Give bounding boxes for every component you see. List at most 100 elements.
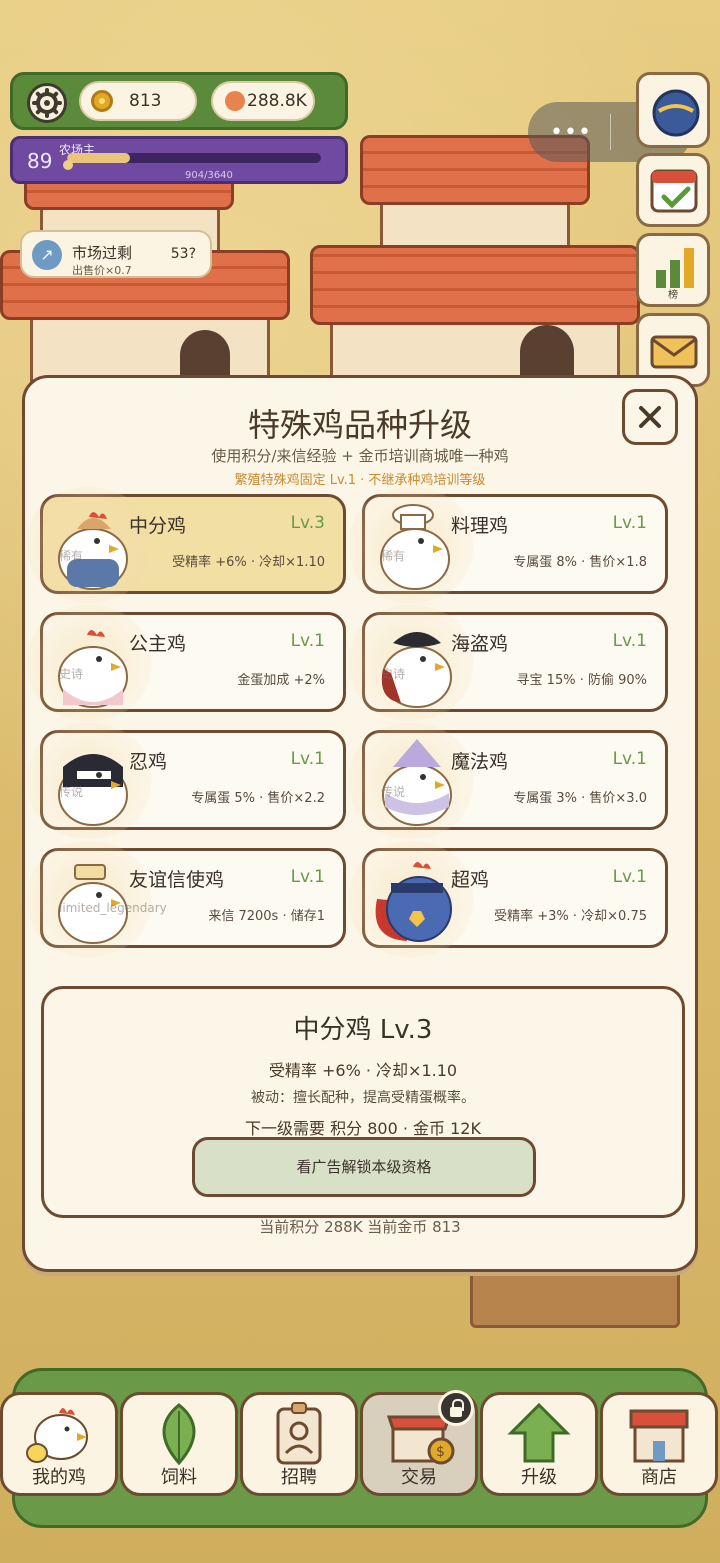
market-status[interactable]: ↗ 市场过剩 出售价×0.7 53? (20, 230, 212, 278)
nav-label: 升级 (521, 1467, 557, 1488)
capsule-divider (610, 114, 611, 150)
breed-name: 料理鸡 (451, 515, 509, 537)
breed-name: 中分鸡 (129, 515, 187, 537)
svg-text:$: $ (436, 1444, 445, 1460)
breed-level: Lv.1 (612, 631, 647, 651)
rarity-tag: 传说 (59, 785, 84, 799)
breed-stats: 专属蛋 8% · 售价×1.8 (513, 555, 647, 570)
leaderboard-label: 榜 (668, 290, 678, 301)
xp-marker-icon (63, 160, 73, 170)
breed-name: 友谊信使鸡 (129, 869, 225, 891)
nav-my-chickens[interactable]: 我的鸡 (0, 1392, 118, 1496)
more-menu-icon[interactable]: ••• (550, 120, 592, 145)
close-button[interactable] (622, 389, 678, 445)
breed-name: 公主鸡 (129, 633, 187, 655)
chicken-icon (26, 1408, 88, 1463)
breed-card[interactable]: 史诗 海盗鸡 Lv.1 寻宝 15% · 防偷 90% (345, 605, 668, 721)
breed-card[interactable]: 超鸡 Lv.1 受精率 +3% · 冷却×0.75 (345, 841, 668, 957)
breed-name: 海盗鸡 (451, 633, 509, 655)
current-balance: 当前积分 288K 当前金币 813 (259, 1218, 461, 1236)
nav-shop[interactable]: 商店 (600, 1392, 718, 1496)
breed-name: 忍鸡 (129, 751, 168, 773)
xp-progress-fill (67, 153, 130, 163)
detail-passive: 被动：擅长配种，提高受精蛋概率。 (251, 1090, 475, 1106)
breed-stats: 金蛋加成 +2% (237, 673, 325, 688)
breed-card[interactable]: 史诗 公主鸡 Lv.1 金蛋加成 +2% (23, 605, 346, 721)
breed-level: Lv.1 (612, 867, 647, 887)
breed-card[interactable]: 传说 魔法鸡 Lv.1 专属蛋 3% · 售价×3.0 (345, 723, 668, 839)
points-value: 288.8K (247, 91, 307, 111)
rarity-tag: 史诗 (381, 667, 406, 681)
id-badge-icon (276, 1402, 322, 1465)
market-subtitle: 出售价×0.7 (72, 264, 132, 277)
points-icon (225, 91, 245, 111)
dialog-subtitle: 使用积分/来信经验 + 金币培训商城唯一种鸡 (211, 447, 509, 465)
detail-stats: 受精率 +6% · 冷却×1.10 (268, 1061, 458, 1080)
breed-card[interactable]: 稀有 料理鸡 Lv.1 专属蛋 8% · 售价×1.8 (345, 487, 668, 603)
rarity-tag: 史诗 (59, 667, 84, 681)
rarity-tag: 稀有 (381, 549, 406, 563)
detail-title: 中分鸡 Lv.3 (293, 1015, 433, 1045)
nav-label: 交易 (401, 1467, 437, 1488)
leaderboard-button[interactable]: 榜 (636, 233, 710, 307)
dialog-title: 特殊鸡品种升级 (247, 406, 472, 444)
nav-label: 我的鸡 (32, 1467, 86, 1488)
breed-stats: 来信 7200s · 储存1 (208, 909, 325, 924)
breed-level: Lv.1 (612, 513, 647, 533)
globe-icon (652, 89, 700, 137)
globe-button[interactable] (636, 72, 710, 148)
shop-icon (629, 1409, 689, 1463)
breed-level: Lv.1 (290, 867, 325, 887)
rarity-tag: limited_legendary (59, 901, 167, 915)
points-counter[interactable]: 288.8K (211, 81, 315, 121)
nav-label: 招聘 (281, 1467, 317, 1488)
daily-checkin-button[interactable] (636, 153, 710, 227)
xp-progress-track (67, 153, 321, 163)
breed-name: 超鸡 (451, 869, 490, 891)
breed-level: Lv.1 (612, 749, 647, 769)
watch-ad-unlock-button[interactable]: 看广告解锁本级资格 (192, 1137, 536, 1197)
resource-bar: 813 288.8K (10, 72, 348, 130)
close-icon (639, 406, 661, 428)
market-title: 市场过剩 (72, 244, 133, 262)
nav-label: 饲料 (161, 1467, 197, 1488)
breed-stats: 受精率 +3% · 冷却×0.75 (494, 909, 647, 924)
breed-stats: 受精率 +6% · 冷却×1.10 (172, 555, 325, 570)
breed-stats: 专属蛋 3% · 售价×3.0 (513, 791, 647, 806)
breed-name: 魔法鸡 (451, 751, 509, 773)
dialog-note: 繁殖特殊鸡固定 Lv.1 · 不继承种鸡培训等级 (234, 473, 486, 488)
left-coop (0, 150, 300, 410)
detail-next-requirement: 下一级需要 积分 800 · 金币 12K (245, 1119, 481, 1138)
special-breed-upgrade-dialog: 特殊鸡品种升级 使用积分/来信经验 + 金币培训商城唯一种鸡 繁殖特殊鸡固定 L… (22, 375, 698, 1272)
breed-stats: 专属蛋 5% · 售价×2.2 (191, 791, 325, 806)
settings-button[interactable] (27, 83, 67, 123)
level-bar[interactable]: 89 农场主 904/3640 (10, 136, 348, 184)
breed-level: Lv.1 (290, 749, 325, 769)
gear-icon (32, 88, 62, 118)
breed-level: Lv.1 (290, 631, 325, 651)
xp-text: 904/3640 (185, 170, 233, 181)
breed-detail-panel: 中分鸡 Lv.3 受精率 +6% · 冷却×1.10 被动：擅长配种，提高受精蛋… (41, 986, 685, 1218)
leaf-icon (162, 1403, 196, 1466)
level-number: 89 (27, 149, 53, 173)
breed-card[interactable]: limited_legendary 友谊信使鸡 Lv.1 来信 7200s · … (23, 841, 346, 957)
coin-value: 813 (129, 91, 162, 111)
center-coop (310, 135, 640, 405)
bar-chart-icon (656, 248, 694, 288)
rarity-tag: 稀有 (59, 549, 84, 563)
coin-icon (91, 90, 113, 112)
breed-level: Lv.3 (290, 513, 325, 533)
rarity-tag: 传说 (381, 785, 406, 799)
breed-card[interactable]: 传说 忍鸡 Lv.1 专属蛋 5% · 售价×2.2 (23, 723, 346, 839)
breed-stats: 寻宝 15% · 防偷 90% (516, 673, 647, 688)
breed-card[interactable]: 稀有 中分鸡 Lv.3 受精率 +6% · 冷却×1.10 (23, 487, 346, 603)
trend-up-icon: ↗ (32, 240, 62, 270)
nav-upgrade[interactable]: 升级 (480, 1392, 598, 1496)
lock-icon (438, 1390, 474, 1426)
nav-feed[interactable]: 饲料 (120, 1392, 238, 1496)
nav-recruit[interactable]: 招聘 (240, 1392, 358, 1496)
market-count: 53? (170, 246, 196, 262)
coin-counter[interactable]: 813 (79, 81, 197, 121)
arrow-up-icon (507, 1402, 571, 1463)
nav-label: 商店 (641, 1467, 677, 1488)
